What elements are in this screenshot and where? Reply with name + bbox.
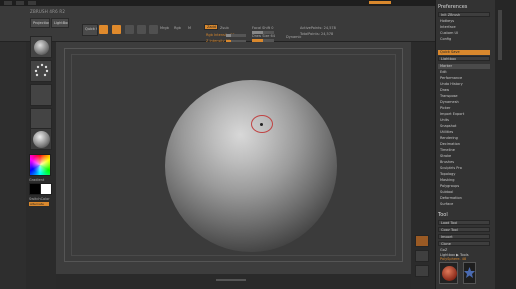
lightbox-button[interactable]: LightBox [51, 18, 69, 28]
draw-mode-icon[interactable] [112, 25, 121, 34]
brush-cursor-dot [260, 123, 263, 126]
alpha-thumbnail[interactable] [30, 84, 52, 106]
top-toolbar: ZBRUSH 4R6 R2 Projection Master LightBox… [0, 6, 435, 43]
gradient-label: Gradient [29, 178, 45, 182]
pref-list-item[interactable]: Snapshot [438, 124, 490, 129]
zsub-toggle[interactable]: Zsub [220, 26, 229, 30]
local-symmetry-button[interactable] [415, 250, 429, 262]
scale-mode-icon[interactable] [137, 25, 146, 34]
pref-list-item[interactable]: Performance [438, 76, 490, 81]
brush-ball-icon [34, 40, 49, 55]
menu-item[interactable] [4, 1, 12, 5]
alternate-button[interactable]: Alternate [29, 202, 49, 206]
bottom-shelf [56, 274, 411, 289]
pref-list-item[interactable]: Brushes [438, 160, 490, 165]
clone-button[interactable]: Clone [438, 241, 490, 246]
pref-list-item[interactable]: Polygroups [438, 184, 490, 189]
app-title: ZBRUSH 4R6 R2 [30, 9, 66, 14]
pref-list-item[interactable]: Topology [438, 172, 490, 177]
load-tool-button[interactable]: Load Tool [438, 220, 490, 225]
active-points-readout: ActivePoints: 24,578 [300, 26, 336, 30]
pref-list-item[interactable]: Utilities [438, 130, 490, 135]
pref-list-item[interactable]: Picker [438, 106, 490, 111]
tool-thumbnail-2[interactable] [463, 262, 476, 284]
sphere-model[interactable] [165, 80, 337, 252]
copy-tool-button[interactable]: Copy Tool [438, 227, 490, 232]
pref-list-item[interactable]: Units [438, 118, 490, 123]
preferences-title: Preferences [438, 4, 468, 10]
pref-item-4[interactable]: Config [438, 37, 490, 42]
tray-scrollbar[interactable] [498, 10, 502, 60]
m-toggle[interactable]: M [188, 26, 191, 30]
rgb-intensity-fill [226, 34, 231, 37]
polysphere-icon [442, 266, 457, 281]
draw-size-label: Draw Size 64 [252, 34, 276, 38]
tool-title: Tool [438, 212, 448, 218]
total-points-readout: TotalPoints: 24,578 [300, 32, 334, 36]
pref-list-item[interactable]: Timeline [438, 148, 490, 153]
pref-list-item[interactable]: Rendering [438, 136, 490, 141]
zadd-toggle[interactable]: Zadd [204, 24, 218, 30]
import-button[interactable]: Import [438, 234, 490, 239]
bottom-shelf-handle[interactable] [216, 279, 246, 281]
stroke-thumbnail[interactable] [30, 60, 52, 82]
color-picker[interactable] [29, 154, 51, 176]
move-mode-icon[interactable] [125, 25, 134, 34]
switch-color-button[interactable]: SwitchColor [29, 197, 50, 201]
focal-shift-label: Focal Shift 0 [252, 26, 274, 30]
mrgb-toggle[interactable]: Mrgb [160, 26, 169, 30]
quick-save-item[interactable]: Quick Save [438, 50, 490, 55]
pref-item-2[interactable]: Interface [438, 25, 490, 30]
left-shelf: Gradient SwitchColor Alternate [26, 36, 56, 289]
right-scroll-strip [495, 0, 516, 289]
menu-item[interactable] [28, 1, 36, 5]
pref-item-6[interactable]: Lightbox [438, 56, 490, 61]
pref-item-0[interactable]: Init ZBrush [438, 12, 490, 17]
right-tray: Preferences Init ZBrush Hotkeys Interfac… [435, 0, 495, 289]
rgb-intensity-slider[interactable] [226, 34, 246, 37]
projection-master-button[interactable]: Projection Master [30, 18, 50, 28]
pref-list-item[interactable]: Decimation [438, 142, 490, 147]
pref-list-item[interactable]: Dynamesh [438, 100, 490, 105]
edit-mode-icon[interactable] [99, 25, 108, 34]
pref-list-item[interactable]: Edit [438, 70, 490, 75]
right-shelf [411, 42, 435, 289]
star-tool-icon [464, 267, 475, 278]
pref-list-item[interactable]: Surface [438, 202, 490, 207]
rgb-toggle[interactable]: Rgb [174, 26, 181, 30]
rotate-mode-icon[interactable] [149, 25, 158, 34]
brush-thumbnail[interactable] [30, 36, 52, 58]
quicksave-indicator[interactable] [369, 1, 391, 4]
dots-stroke-icon [34, 63, 49, 77]
material-thumbnail[interactable] [30, 128, 52, 150]
canvas-viewport[interactable] [56, 42, 411, 274]
zbrush-window: ZBRUSH 4R6 R2 Projection Master LightBox… [0, 0, 516, 289]
pref-list-item[interactable]: Deformation [438, 196, 490, 201]
texture-thumbnail[interactable] [30, 108, 52, 130]
secondary-color-swatch[interactable] [40, 183, 52, 195]
pref-list-item[interactable]: Stroke [438, 154, 490, 159]
pref-list-item[interactable]: Subtool [438, 190, 490, 195]
current-tool-thumbnail[interactable] [439, 262, 458, 284]
brush-cursor-ring [251, 115, 273, 133]
pref-list-item[interactable]: Transpose [438, 94, 490, 99]
pref-list-item[interactable]: Sculptris Pro [438, 166, 490, 171]
quick-sketch-button[interactable]: Quick Sketch [82, 24, 98, 36]
frame-button[interactable] [415, 265, 429, 277]
menu-item[interactable] [16, 1, 24, 5]
canvas-frame [64, 48, 403, 262]
floor-toggle[interactable] [415, 235, 429, 247]
pref-item-3[interactable]: Custom UI [438, 31, 490, 36]
pref-list-item[interactable]: Undo History [438, 82, 490, 87]
material-ball-icon [33, 131, 50, 148]
pref-item-1[interactable]: Hotkeys [438, 19, 490, 24]
pref-list-item[interactable]: Draw [438, 88, 490, 93]
pref-list-item[interactable]: Import Export [438, 112, 490, 117]
pref-list-item[interactable]: Masking [438, 178, 490, 183]
pref-list-item[interactable]: Marker [438, 64, 490, 69]
